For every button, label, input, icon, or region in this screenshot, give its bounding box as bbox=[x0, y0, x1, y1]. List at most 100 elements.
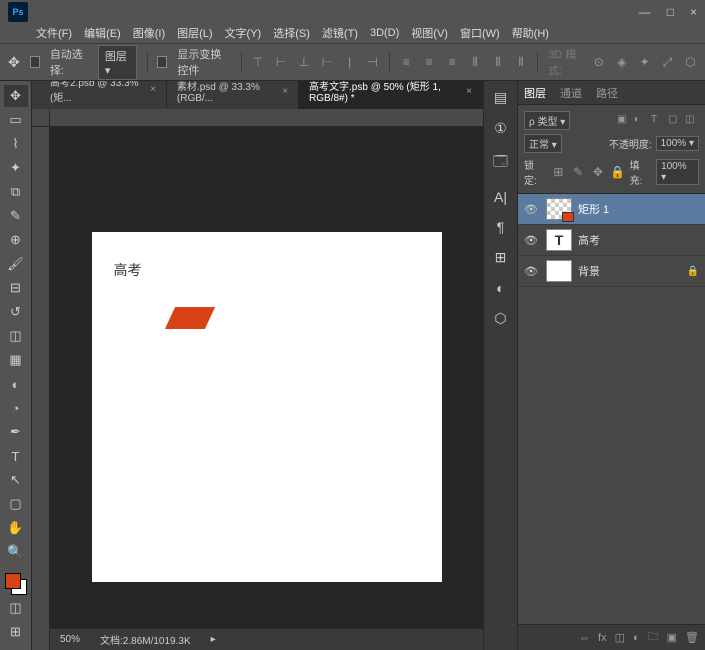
layer-thumbnail[interactable]: T bbox=[546, 229, 572, 251]
type-tool[interactable]: T bbox=[4, 445, 28, 467]
delete-layer-icon[interactable]: 🗑 bbox=[685, 631, 699, 644]
menu-type[interactable]: 文字(Y) bbox=[225, 25, 262, 41]
path-tool[interactable]: ↖ bbox=[4, 469, 28, 491]
filter-text-icon[interactable]: T bbox=[651, 114, 665, 128]
layer-thumbnail[interactable] bbox=[546, 198, 572, 220]
properties-panel-icon[interactable]: ① bbox=[494, 120, 507, 137]
color-swatch[interactable] bbox=[5, 573, 27, 595]
menu-select[interactable]: 选择(S) bbox=[273, 25, 310, 41]
dodge-tool[interactable]: ◔ bbox=[4, 397, 28, 419]
visibility-toggle[interactable]: 👁 bbox=[524, 265, 540, 278]
layer-row[interactable]: 👁 矩形 1 bbox=[518, 194, 705, 225]
history-panel-icon[interactable]: ▤ bbox=[494, 89, 507, 106]
distribute-icon-3[interactable]: ≡ bbox=[446, 54, 459, 70]
healing-tool[interactable]: ⊕ bbox=[4, 229, 28, 251]
brush-panel-icon[interactable]: ¶ bbox=[497, 219, 505, 235]
ruler-vertical[interactable] bbox=[32, 127, 50, 650]
filter-pixel-icon[interactable]: ▣ bbox=[617, 114, 631, 128]
menu-filter[interactable]: 滤镜(T) bbox=[322, 25, 358, 41]
maximize-button[interactable]: □ bbox=[667, 5, 674, 19]
adjustment-layer-icon[interactable]: ◐ bbox=[633, 632, 640, 644]
auto-select-checkbox[interactable] bbox=[30, 56, 40, 68]
shape-tool[interactable]: ▢ bbox=[4, 493, 28, 515]
menu-3d[interactable]: 3D(D) bbox=[370, 27, 399, 39]
align-top-icon[interactable]: ⊤ bbox=[252, 54, 265, 70]
layer-row[interactable]: 👁 背景 🔒 bbox=[518, 256, 705, 287]
layers-tab[interactable]: 图层 bbox=[524, 85, 546, 101]
lock-position-icon[interactable]: ✥ bbox=[590, 164, 606, 180]
zoom-level[interactable]: 50% bbox=[60, 634, 80, 645]
gradient-tool[interactable]: ▦ bbox=[4, 349, 28, 371]
tab-2[interactable]: 素材.psd @ 33.3%(RGB/...× bbox=[167, 81, 299, 109]
pen-tool[interactable]: ✒ bbox=[4, 421, 28, 443]
close-button[interactable]: × bbox=[690, 5, 697, 19]
styles-panel-icon[interactable]: ⬡ bbox=[494, 310, 506, 327]
foreground-color[interactable] bbox=[5, 573, 21, 589]
auto-select-dropdown[interactable]: 图层 ▾ bbox=[98, 45, 137, 80]
layer-filter-dropdown[interactable]: ρ 类型 ▾ bbox=[524, 111, 570, 130]
new-layer-icon[interactable]: ▣ bbox=[667, 631, 677, 644]
filter-shape-icon[interactable]: ▢ bbox=[668, 114, 682, 128]
opacity-input[interactable]: 100% ▾ bbox=[656, 136, 699, 151]
minimize-button[interactable]: — bbox=[639, 5, 651, 19]
visibility-toggle[interactable]: 👁 bbox=[524, 234, 540, 247]
lock-image-icon[interactable]: ✎ bbox=[570, 164, 586, 180]
distribute-icon-4[interactable]: ⫴ bbox=[469, 54, 482, 70]
group-icon[interactable]: 🗀 bbox=[648, 628, 659, 647]
layer-thumbnail[interactable] bbox=[546, 260, 572, 282]
lasso-tool[interactable]: ⌇ bbox=[4, 133, 28, 155]
doc-info[interactable]: 文档:2.86M/1019.3K bbox=[100, 632, 191, 647]
distribute-icon-1[interactable]: ≡ bbox=[400, 54, 413, 70]
layer-name[interactable]: 矩形 1 bbox=[578, 201, 699, 217]
tab-close-icon[interactable]: × bbox=[466, 86, 472, 97]
eyedropper-tool[interactable]: ✎ bbox=[4, 205, 28, 227]
align-bottom-icon[interactable]: ⊥ bbox=[297, 54, 310, 70]
menu-help[interactable]: 帮助(H) bbox=[512, 25, 549, 41]
history-brush-tool[interactable]: ↺ bbox=[4, 301, 28, 323]
wand-tool[interactable]: ✦ bbox=[4, 157, 28, 179]
crop-tool[interactable]: ⧉ bbox=[4, 181, 28, 203]
align-center-icon[interactable]: | bbox=[343, 54, 356, 70]
paragraph-panel-icon[interactable]: A| bbox=[494, 189, 507, 205]
link-layers-icon[interactable]: ⇔ bbox=[579, 632, 590, 644]
quickmask-tool[interactable]: ◫ bbox=[4, 597, 28, 619]
align-vcenter-icon[interactable]: ⊢ bbox=[274, 54, 287, 70]
hand-tool[interactable]: ✋ bbox=[4, 517, 28, 539]
canvas[interactable]: 高考 bbox=[92, 232, 442, 582]
menu-layer[interactable]: 图层(L) bbox=[177, 25, 212, 41]
channels-tab[interactable]: 通道 bbox=[560, 85, 582, 101]
swatches-panel-icon[interactable]: ⊞ bbox=[495, 249, 507, 266]
lock-transparency-icon[interactable]: ⊞ bbox=[550, 164, 566, 180]
lock-all-icon[interactable]: 🔒 bbox=[610, 164, 626, 180]
visibility-toggle[interactable]: 👁 bbox=[524, 203, 540, 216]
tab-1[interactable]: 高考2.psb @ 33.3% (矩...× bbox=[40, 81, 167, 109]
filter-smart-icon[interactable]: ◫ bbox=[685, 114, 699, 128]
fx-icon[interactable]: fx bbox=[598, 632, 607, 644]
canvas-area[interactable]: 高考 bbox=[50, 127, 483, 628]
character-panel-icon[interactable]: 🗔 bbox=[493, 151, 508, 175]
stamp-tool[interactable]: ⊟ bbox=[4, 277, 28, 299]
eraser-tool[interactable]: ◫ bbox=[4, 325, 28, 347]
brush-tool[interactable]: 🖌 bbox=[4, 253, 28, 275]
distribute-icon-5[interactable]: ⫴ bbox=[492, 54, 505, 70]
distribute-icon-2[interactable]: ≡ bbox=[423, 54, 436, 70]
move-tool[interactable]: ✥ bbox=[4, 85, 28, 107]
menu-window[interactable]: 窗口(W) bbox=[460, 25, 500, 41]
show-transform-checkbox[interactable] bbox=[157, 56, 167, 68]
fill-input[interactable]: 100% ▾ bbox=[656, 159, 699, 185]
paths-tab[interactable]: 路径 bbox=[596, 85, 618, 101]
menu-view[interactable]: 视图(V) bbox=[411, 25, 448, 41]
layer-name[interactable]: 背景 bbox=[578, 263, 681, 279]
ruler-horizontal[interactable] bbox=[50, 109, 483, 127]
menu-image[interactable]: 图像(I) bbox=[133, 25, 165, 41]
layer-row[interactable]: 👁 T 高考 bbox=[518, 225, 705, 256]
distribute-icon-6[interactable]: ⫴ bbox=[515, 54, 528, 70]
align-left-icon[interactable]: ⊢ bbox=[320, 54, 333, 70]
screenmode-tool[interactable]: ⊞ bbox=[4, 621, 28, 643]
menu-file[interactable]: 文件(F) bbox=[36, 25, 72, 41]
adjustments-panel-icon[interactable]: ◐ bbox=[496, 280, 504, 296]
blend-mode-dropdown[interactable]: 正常 ▾ bbox=[524, 134, 562, 153]
tab-close-icon[interactable]: × bbox=[282, 86, 288, 97]
filter-adjust-icon[interactable]: ◐ bbox=[634, 114, 648, 128]
blur-tool[interactable]: ◐ bbox=[4, 373, 28, 395]
